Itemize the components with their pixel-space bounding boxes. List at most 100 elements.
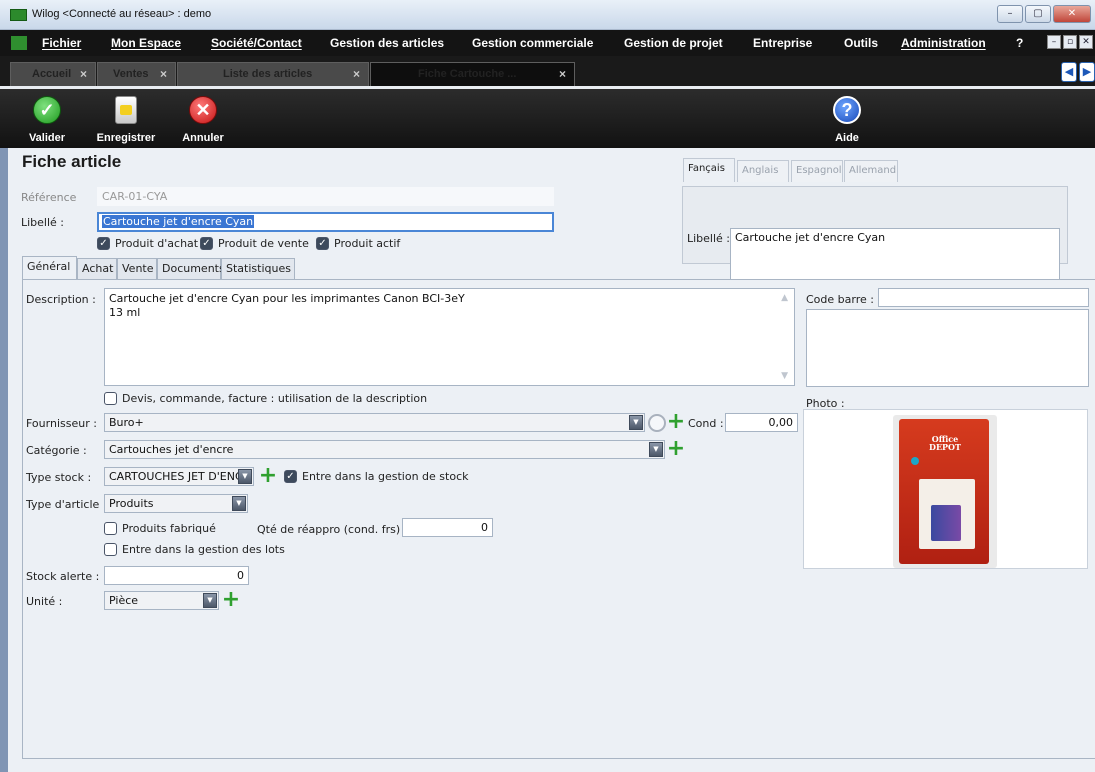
tab-documents[interactable]: Documents	[157, 258, 225, 279]
fournisseur-value: Buro+	[109, 416, 144, 429]
type-article-value: Produits	[109, 497, 154, 510]
product-package: Office DEPOT	[899, 419, 989, 564]
mdi-minimize-button[interactable]: –	[1047, 35, 1061, 49]
tab-next-icon[interactable]: ▶	[1079, 62, 1095, 82]
page-title: Fiche article	[22, 152, 122, 171]
checkbox-unchecked-icon	[104, 392, 117, 405]
checkbox-use-description[interactable]: Devis, commande, facture : utilisation d…	[104, 392, 427, 405]
menu-mon-espace[interactable]: Mon Espace	[111, 36, 181, 50]
menu-entreprise[interactable]: Entreprise	[753, 36, 812, 50]
code-barre-label: Code barre :	[806, 293, 874, 306]
tab-allemand[interactable]: Allemand	[844, 160, 898, 182]
tab-general[interactable]: Général	[22, 256, 77, 279]
checkbox-produit-vente[interactable]: ✓ Produit de vente	[200, 237, 309, 250]
description-textarea[interactable]: Cartouche jet d'encre Cyan pour les impr…	[104, 288, 795, 386]
stock-alerte-input[interactable]: 0	[104, 566, 249, 585]
checkbox-label: Produits fabriqué	[122, 522, 216, 535]
valider-button[interactable]: ✓ Valider	[24, 89, 70, 148]
menu-gestion-articles[interactable]: Gestion des articles	[330, 36, 444, 50]
checkbox-produits-fabriques[interactable]: Produits fabriqué	[104, 522, 216, 535]
app-logo-icon	[10, 9, 27, 21]
add-unite-icon[interactable]: +	[222, 589, 240, 611]
checkbox-label: Produit d'achat	[115, 237, 199, 250]
tab-close-icon[interactable]: ×	[353, 67, 360, 81]
scroll-up-icon[interactable]: ▲	[781, 291, 788, 305]
tab-prev-icon[interactable]: ◀	[1061, 62, 1077, 82]
tab-liste-articles[interactable]: Liste des articles ×	[177, 62, 369, 86]
checkbox-unchecked-icon	[104, 543, 117, 556]
menu-app-icon[interactable]	[11, 36, 27, 50]
qte-reappro-input[interactable]: 0	[402, 518, 493, 537]
close-window-button[interactable]: ✕	[1053, 5, 1091, 23]
unite-label: Unité :	[26, 595, 63, 608]
menu-societe-contact[interactable]: Société/Contact	[211, 36, 302, 50]
tab-ventes[interactable]: Ventes ×	[97, 62, 176, 86]
checkbox-gestion-stock[interactable]: ✓ Entre dans la gestion de stock	[284, 470, 468, 483]
qte-reappro-label: Qté de réappro (cond. frs) :	[257, 523, 408, 536]
tab-anglais[interactable]: Anglais	[737, 160, 789, 182]
checkbox-label: Produit actif	[334, 237, 401, 250]
cond-label: Cond :	[688, 417, 724, 430]
menu-administration[interactable]: Administration	[901, 36, 986, 50]
annuler-button[interactable]: ✕ Annuler	[176, 89, 230, 148]
fournisseur-select[interactable]: Buro+ ▼	[104, 413, 645, 432]
cyan-dot	[911, 457, 919, 465]
code-barre-input[interactable]	[878, 288, 1089, 307]
dropdown-arrow-icon[interactable]: ▼	[238, 469, 252, 484]
search-icon[interactable]	[648, 414, 666, 432]
dropdown-arrow-icon[interactable]: ▼	[203, 593, 217, 608]
checkbox-produit-achat[interactable]: ✓ Produit d'achat	[97, 237, 198, 250]
reference-field[interactable]: CAR-01-CYA	[97, 187, 554, 206]
checkbox-label: Entre dans la gestion de stock	[302, 470, 469, 483]
categorie-select[interactable]: Cartouches jet d'encre ▼	[104, 440, 665, 459]
menu-fichier[interactable]: Fichier	[42, 36, 81, 50]
fournisseur-label: Fournisseur :	[26, 417, 97, 430]
unite-select[interactable]: Pièce ▼	[104, 591, 219, 610]
checkbox-label: Devis, commande, facture : utilisation d…	[122, 392, 428, 405]
cond-input[interactable]: 0,00	[725, 413, 798, 432]
checkbox-produit-actif[interactable]: ✓ Produit actif	[316, 237, 400, 250]
libelle-input[interactable]: Cartouche jet d'encre Cyan	[97, 212, 554, 232]
type-stock-value: CARTOUCHES JET D'ENCR	[109, 470, 251, 483]
minimize-button[interactable]: –	[997, 5, 1023, 23]
categorie-label: Catégorie :	[26, 444, 87, 457]
scroll-down-icon[interactable]: ▼	[781, 369, 788, 383]
tab-achat[interactable]: Achat	[77, 258, 117, 279]
dropdown-arrow-icon[interactable]: ▼	[232, 496, 246, 511]
dropdown-arrow-icon[interactable]: ▼	[629, 415, 643, 430]
menu-gestion-projet[interactable]: Gestion de projet	[624, 36, 723, 50]
tab-francais[interactable]: Fançais	[683, 158, 735, 182]
menu-gestion-commerciale[interactable]: Gestion commerciale	[472, 36, 593, 50]
dropdown-arrow-icon[interactable]: ▼	[649, 442, 663, 457]
tab-close-icon[interactable]: ×	[559, 67, 566, 81]
type-article-select[interactable]: Produits ▼	[104, 494, 248, 513]
add-categorie-icon[interactable]: +	[667, 438, 685, 460]
save-icon	[115, 96, 137, 124]
menu-outils[interactable]: Outils	[844, 36, 878, 50]
checkbox-checked-icon: ✓	[284, 470, 297, 483]
aide-label: Aide	[835, 132, 859, 144]
tab-close-icon[interactable]: ×	[160, 67, 167, 81]
window-title: Wilog <Connecté au réseau> : demo	[32, 8, 212, 20]
tab-espagnol[interactable]: Espagnol	[791, 160, 843, 182]
enregistrer-button[interactable]: Enregistrer	[92, 89, 160, 148]
maximize-button[interactable]: ▢	[1025, 5, 1051, 23]
tab-label: Accueil	[32, 68, 72, 80]
code-barre-preview	[806, 309, 1089, 387]
tab-statistiques[interactable]: Statistiques	[221, 258, 295, 279]
type-stock-select[interactable]: CARTOUCHES JET D'ENCR ▼	[104, 467, 254, 486]
checkbox-gestion-lots[interactable]: Entre dans la gestion des lots	[104, 543, 285, 556]
mdi-restore-button[interactable]: ▫	[1063, 35, 1077, 49]
tab-close-icon[interactable]: ×	[80, 67, 87, 81]
reference-label: Référence	[21, 191, 77, 204]
add-type-stock-icon[interactable]: +	[259, 465, 277, 487]
menu-help[interactable]: ?	[1016, 36, 1023, 50]
enregistrer-label: Enregistrer	[96, 132, 156, 144]
tab-fiche-cartouche[interactable]: Fiche Cartouche ... ×	[370, 62, 575, 86]
add-fournisseur-icon[interactable]: +	[667, 411, 685, 433]
aide-button[interactable]: ? Aide	[826, 89, 868, 148]
mdi-close-button[interactable]: ✕	[1079, 35, 1093, 49]
type-article-label: Type d'article :	[26, 498, 107, 511]
tab-vente[interactable]: Vente	[117, 258, 157, 279]
tab-accueil[interactable]: Accueil ×	[10, 62, 96, 86]
